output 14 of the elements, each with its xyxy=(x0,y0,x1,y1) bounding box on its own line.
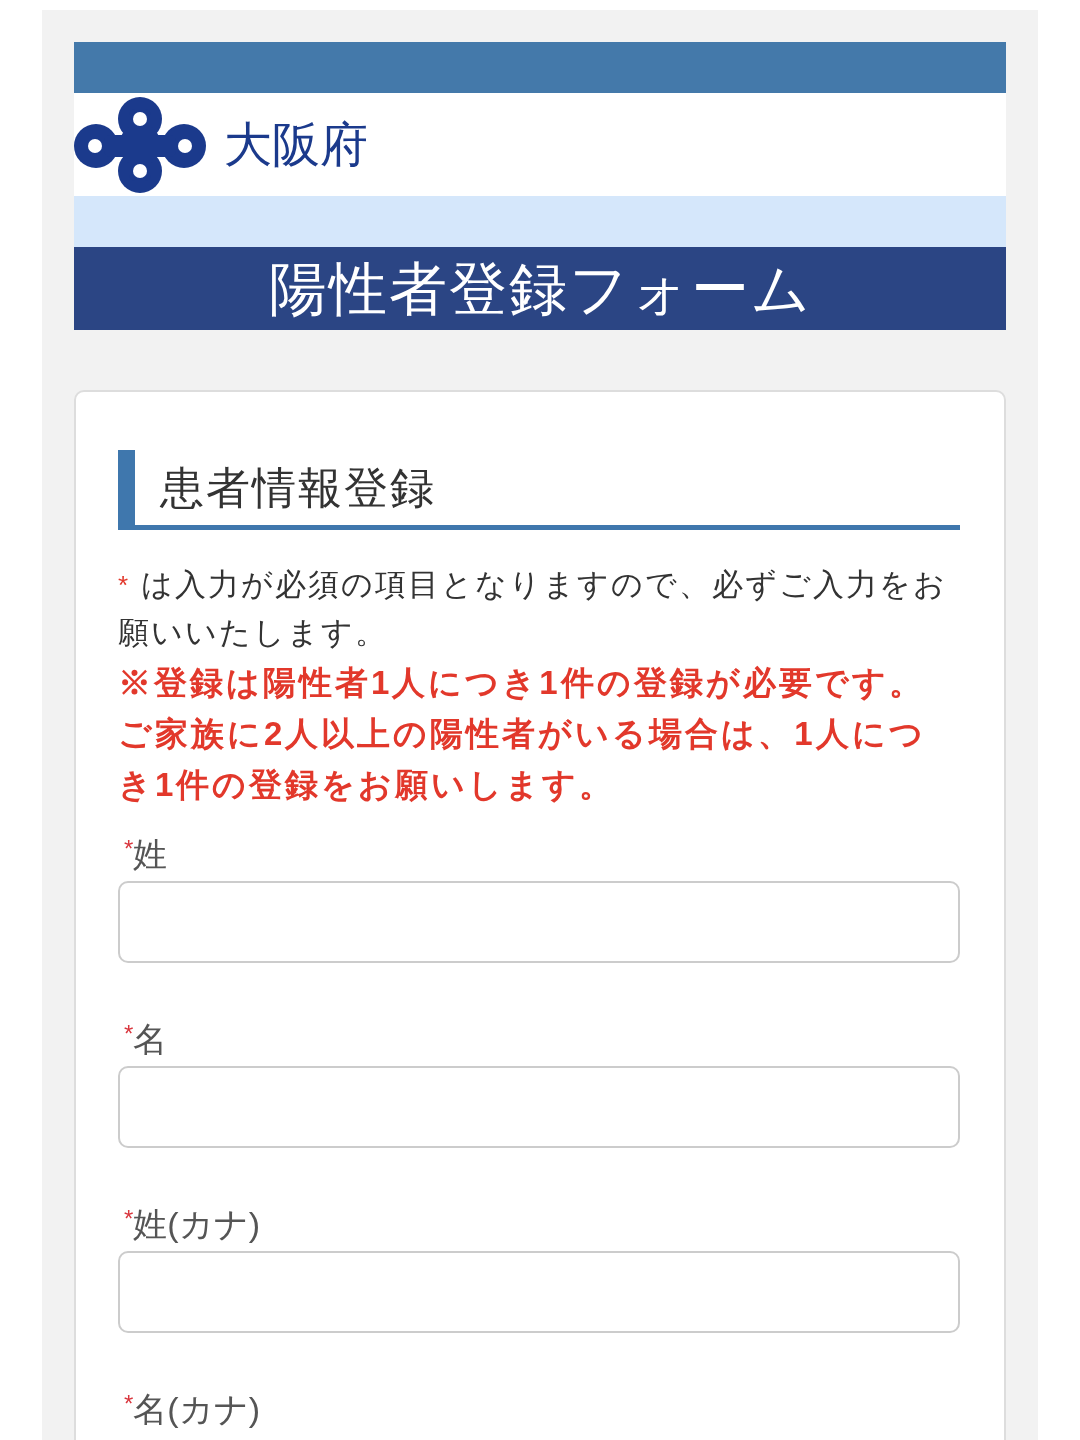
field-label: *姓 xyxy=(123,834,168,874)
notice-text: ご家族に2人以上の陽性者がいる場合は、1人につき1件の登録をお願いします。 xyxy=(118,714,927,805)
field-label: *名(カナ) xyxy=(123,1389,260,1429)
section-heading: 患者情報登録 xyxy=(160,465,436,510)
text-input[interactable] xyxy=(118,1066,960,1148)
field-label: *姓(カナ) xyxy=(123,1204,260,1244)
notice-text: ※登録は陽性者1人につき1件の登録が必要です。 xyxy=(118,663,926,703)
org-name: 大阪府 xyxy=(224,120,368,169)
field-label: *名 xyxy=(123,1019,168,1059)
text-input[interactable] xyxy=(118,881,960,963)
emblem-logo-icon xyxy=(74,96,206,193)
form-title: 陽性者登録フォーム xyxy=(268,259,812,318)
required-note: * は入力が必須の項目となりますので、必ずご入力をお願いいたします。 xyxy=(118,566,948,652)
text-input[interactable] xyxy=(118,1251,960,1333)
